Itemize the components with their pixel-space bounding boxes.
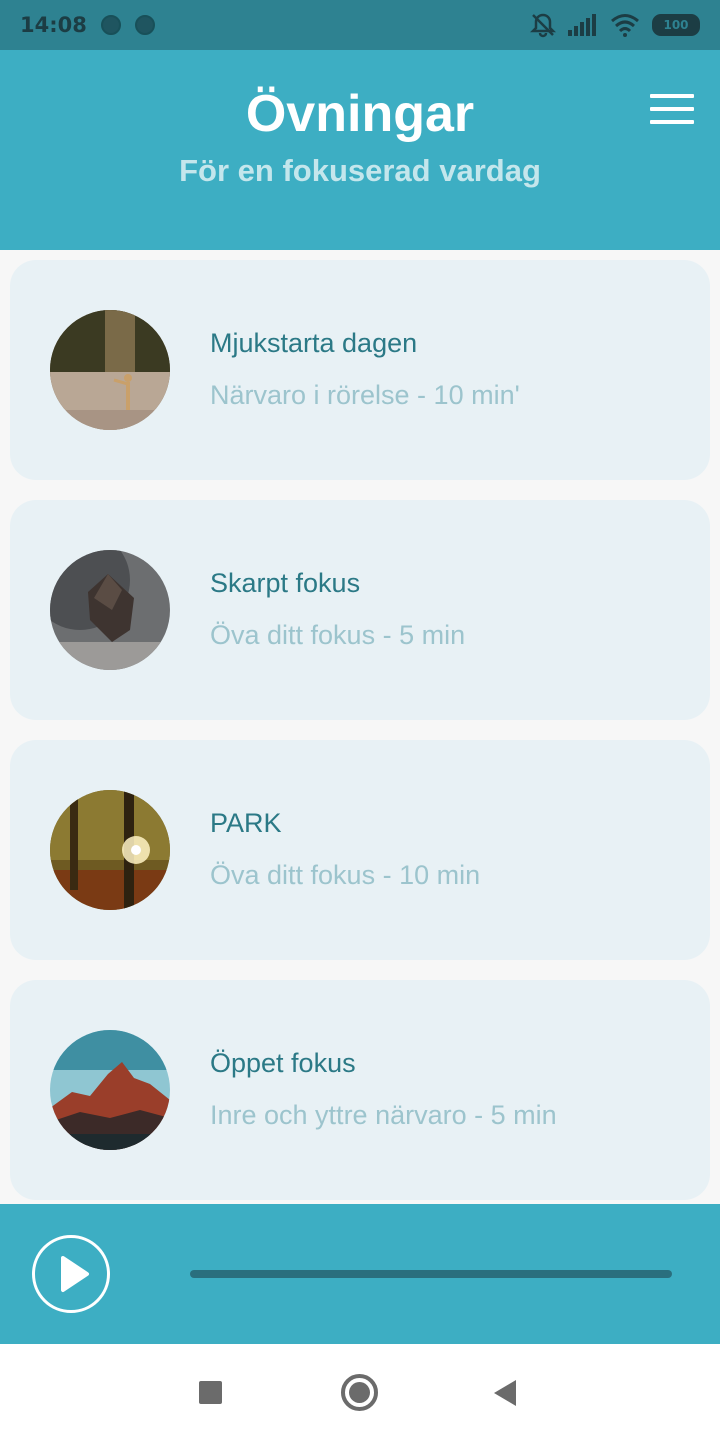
notification-dot-icon [100,15,121,35]
exercise-thumbnail [50,550,170,670]
player-bar [0,1204,720,1344]
exercise-subtitle: Inre och yttre närvaro - 5 min [210,1100,557,1130]
recents-square-icon[interactable] [199,1381,222,1404]
home-circle-icon[interactable] [341,1374,378,1411]
exercise-subtitle: Närvaro i rörelse - 10 min' [210,380,520,410]
status-icons: 100 [530,12,700,38]
sunlit-forest-image [50,790,170,910]
exercise-thumbnail [50,790,170,910]
exercise-subtitle: Öva ditt fokus - 10 min [210,860,481,890]
exercise-list: Mjukstarta dagen Närvaro i rörelse - 10 … [0,250,720,1204]
play-icon[interactable] [32,1235,110,1313]
exercise-title: PARK [210,808,282,838]
navigation-bar [0,1344,720,1440]
exercise-thumbnail [50,310,170,430]
mute-bell-icon [530,13,556,38]
battery-icon: 100 [652,14,700,36]
balanced-rock-image [50,550,170,670]
exercise-card-park[interactable]: PARK Öva ditt fokus - 10 min [10,740,710,960]
notification-dot-icon [134,15,155,35]
mountain-at-sunset-image [50,1030,170,1150]
wifi-icon [611,14,639,37]
exercise-card-skarpt-fokus[interactable]: Skarpt fokus Öva ditt fokus - 5 min [10,500,710,720]
progress-bar[interactable] [190,1270,672,1278]
hamburger-menu-icon[interactable] [650,94,694,124]
exercise-card-mjukstarta-dagen[interactable]: Mjukstarta dagen Närvaro i rörelse - 10 … [10,260,710,480]
page-subtitle: För en fokuserad vardag [179,153,541,188]
exercise-card-oppet-fokus[interactable]: Öppet fokus Inre och yttre närvaro - 5 m… [10,980,710,1200]
status-time: 14:08 [20,13,87,37]
page-title: Övningar [245,85,475,143]
signal-icon [568,14,596,36]
status-bar: 14:08 100 [0,0,720,50]
person-stretching-by-lake-image [50,310,170,430]
exercise-subtitle: Öva ditt fokus - 5 min [210,620,466,650]
exercise-title: Mjukstarta dagen [210,328,418,358]
exercise-title: Skarpt fokus [210,568,361,598]
back-triangle-icon[interactable] [494,1380,516,1406]
battery-level: 100 [663,18,689,32]
app-header: Övningar För en fokuserad vardag [0,50,720,250]
exercise-title: Öppet fokus [210,1048,356,1078]
exercise-thumbnail [50,1030,170,1150]
